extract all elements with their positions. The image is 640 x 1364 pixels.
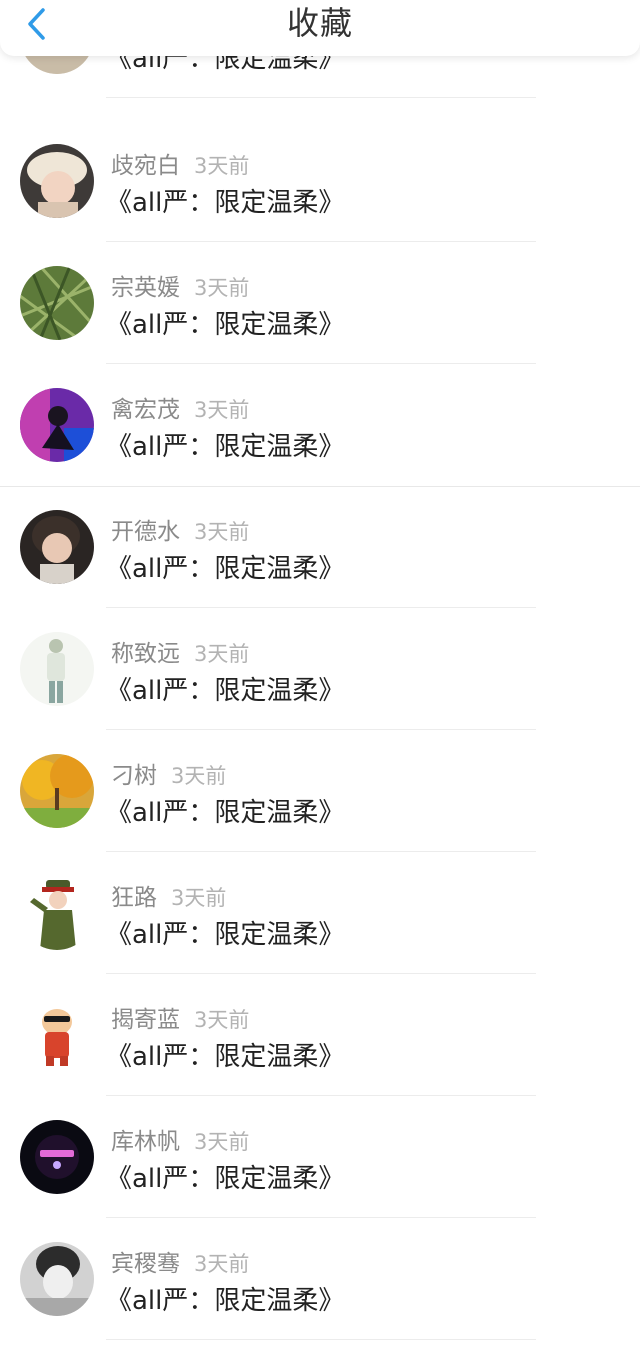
list-item[interactable]: 称致远 3天前 《all严：限定温柔》 [0, 608, 640, 730]
user-name-text: 狂路 [111, 885, 157, 911]
timestamp: 3天前 [194, 520, 250, 544]
post-title: 《all严：限定温柔》 [106, 1286, 345, 1316]
user-name: 开德水 3天前 [111, 512, 249, 546]
user-name-text: 称致远 [111, 641, 180, 667]
user-name: 禽宏茂 3天前 [111, 390, 249, 424]
user-name: 狂路 3天前 [111, 878, 226, 912]
avatar [20, 266, 94, 340]
list-item[interactable]: 揭寄蓝 3天前 《all严：限定温柔》 [0, 974, 640, 1096]
user-name-text: 宗英媛 [111, 275, 180, 301]
user-name: 歧宛白 3天前 [111, 146, 249, 180]
nav-header: 收藏 [0, 0, 640, 56]
list-item[interactable]: 库林帆 3天前 《all严：限定温柔》 [0, 1096, 640, 1218]
section-divider [0, 486, 640, 487]
avatar [20, 1242, 94, 1316]
timestamp: 3天前 [171, 886, 227, 910]
timestamp: 3天前 [194, 1008, 250, 1032]
post-title: 《all严：限定温柔》 [106, 676, 345, 706]
post-title: 《all严：限定温柔》 [106, 1164, 345, 1194]
timestamp: 3天前 [171, 764, 227, 788]
user-name-text: 禽宏茂 [111, 397, 180, 423]
list-item[interactable]: 宾稷骞 3天前 《all严：限定温柔》 [0, 1218, 640, 1340]
avatar [20, 998, 94, 1072]
user-name: 宗英媛 3天前 [111, 268, 249, 302]
avatar [20, 632, 94, 706]
timestamp: 3天前 [194, 1252, 250, 1276]
timestamp: 3天前 [194, 642, 250, 666]
post-title: 《all严：限定温柔》 [106, 432, 345, 462]
timestamp: 3天前 [194, 1130, 250, 1154]
user-name-text: 揭寄蓝 [111, 1007, 180, 1033]
list-item[interactable]: 狂路 3天前 《all严：限定温柔》 [0, 852, 640, 974]
user-name: 揭寄蓝 3天前 [111, 1000, 249, 1034]
avatar [20, 388, 94, 462]
list-item[interactable]: 歧宛白 3天前 《all严：限定温柔》 [0, 120, 640, 242]
user-name-text: 刁树 [111, 763, 157, 789]
page-title: 收藏 [286, 4, 353, 42]
post-title: 《all严：限定温柔》 [106, 554, 345, 584]
avatar [20, 510, 94, 584]
user-name: 宾稷骞 3天前 [111, 1244, 249, 1278]
post-title: 《all严：限定温柔》 [106, 310, 345, 340]
avatar [20, 754, 94, 828]
timestamp: 3天前 [194, 276, 250, 300]
post-title: 《all严：限定温柔》 [106, 188, 345, 218]
post-title: 《all严：限定温柔》 [106, 920, 345, 950]
divider [106, 97, 536, 98]
divider [106, 1339, 536, 1340]
user-name-text: 开德水 [111, 519, 180, 545]
user-name-text: 宾稷骞 [111, 1251, 180, 1277]
user-name: 库林帆 3天前 [111, 1122, 249, 1156]
list-item[interactable]: 宗英媛 3天前 《all严：限定温柔》 [0, 242, 640, 364]
user-name-text: 歧宛白 [111, 153, 180, 179]
list-item[interactable]: 刁树 3天前 《all严：限定温柔》 [0, 730, 640, 852]
timestamp: 3天前 [194, 154, 250, 178]
timestamp: 3天前 [194, 398, 250, 422]
list-item[interactable]: 开德水 3天前 《all严：限定温柔》 [0, 486, 640, 608]
user-name: 称致远 3天前 [111, 634, 249, 668]
list-item[interactable]: 禽宏茂 3天前 《all严：限定温柔》 [0, 364, 640, 486]
user-name: 刁树 3天前 [111, 756, 226, 790]
user-name-text: 库林帆 [111, 1129, 180, 1155]
post-title: 《all严：限定温柔》 [106, 798, 345, 828]
avatar [20, 1120, 94, 1194]
avatar [20, 144, 94, 218]
post-title: 《all严：限定温柔》 [106, 1042, 345, 1072]
avatar [20, 876, 94, 950]
